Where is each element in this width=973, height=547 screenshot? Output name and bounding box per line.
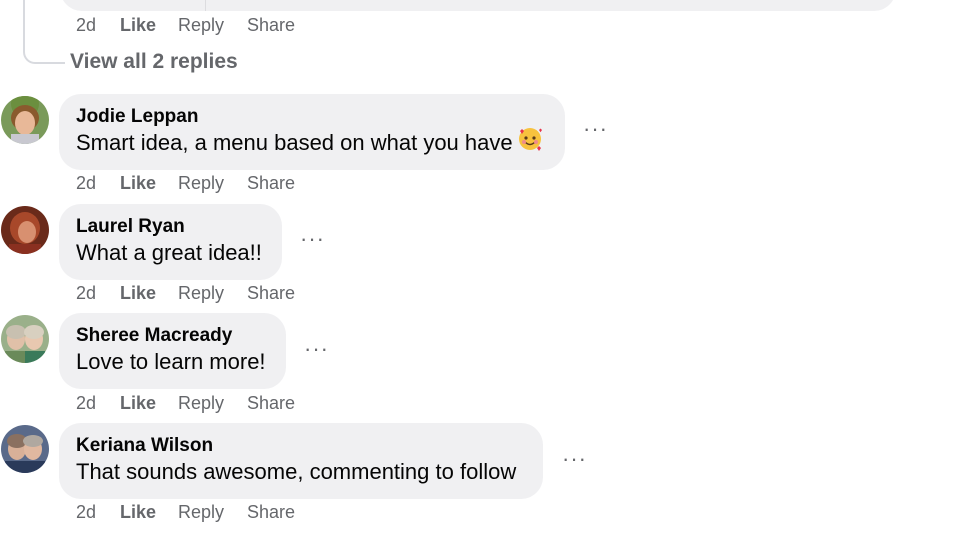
comment-actions: 2d Like Reply Share: [76, 173, 295, 194]
comment-author[interactable]: Sheree Macready: [76, 324, 269, 348]
comment-text: What a great idea!!: [76, 240, 262, 265]
more-options-icon[interactable]: ···: [304, 338, 329, 360]
share-button[interactable]: Share: [247, 15, 295, 36]
more-options-icon[interactable]: ···: [583, 118, 608, 140]
like-button[interactable]: Like: [120, 502, 178, 523]
comment-text-body: Smart idea, a menu based on what you hav…: [76, 130, 513, 155]
comments-panel: 2d Like Reply Share View all 2 replies J…: [0, 0, 973, 547]
avatar[interactable]: [1, 425, 49, 473]
comment-actions: 2d Like Reply Share: [76, 393, 295, 414]
comment-bubble: Sheree Macready Love to learn more!: [59, 313, 286, 389]
comment-time[interactable]: 2d: [76, 173, 120, 194]
like-button[interactable]: Like: [120, 15, 178, 36]
comment-bubble: Laurel Ryan What a great idea!!: [59, 204, 282, 280]
comment-author[interactable]: Keriana Wilson: [76, 434, 526, 458]
reply-button[interactable]: Reply: [178, 283, 247, 304]
like-button[interactable]: Like: [120, 173, 178, 194]
like-button[interactable]: Like: [120, 283, 178, 304]
comment-bubble: Jodie Leppan Smart idea, a menu based on…: [59, 94, 565, 170]
more-options-icon[interactable]: ···: [562, 448, 587, 470]
comment-time[interactable]: 2d: [76, 393, 120, 414]
like-button[interactable]: Like: [120, 393, 178, 414]
share-button[interactable]: Share: [247, 173, 295, 194]
comment-bubble: Keriana Wilson That sounds awesome, comm…: [59, 423, 543, 499]
avatar[interactable]: [1, 315, 49, 363]
bubble-divider: [205, 0, 206, 11]
share-button[interactable]: Share: [247, 502, 295, 523]
reply-button[interactable]: Reply: [178, 173, 247, 194]
comment-text: Love to learn more!: [76, 349, 266, 374]
share-button[interactable]: Share: [247, 283, 295, 304]
comment-time[interactable]: 2d: [76, 283, 120, 304]
previous-comment-bubble: [60, 0, 896, 11]
reply-thread-line: [23, 0, 65, 64]
comment-text: Smart idea, a menu based on what you hav…: [76, 126, 548, 159]
avatar[interactable]: [1, 206, 49, 254]
comment-text: That sounds awesome, commenting to follo…: [76, 459, 517, 484]
reply-button[interactable]: Reply: [178, 502, 247, 523]
comment-author[interactable]: Laurel Ryan: [76, 215, 265, 239]
previous-comment-actions: 2d Like Reply Share: [76, 15, 295, 36]
more-options-icon[interactable]: ···: [300, 228, 325, 250]
reply-button[interactable]: Reply: [178, 393, 247, 414]
smiling-face-with-hearts-icon: [517, 126, 543, 159]
comment-actions: 2d Like Reply Share: [76, 283, 295, 304]
comment-time[interactable]: 2d: [76, 502, 120, 523]
reply-button[interactable]: Reply: [178, 15, 247, 36]
comment-actions: 2d Like Reply Share: [76, 502, 295, 523]
view-replies-link[interactable]: View all 2 replies: [70, 50, 238, 74]
comment-author[interactable]: Jodie Leppan: [76, 105, 548, 129]
comment-time[interactable]: 2d: [76, 15, 120, 36]
share-button[interactable]: Share: [247, 393, 295, 414]
avatar[interactable]: [1, 96, 49, 144]
